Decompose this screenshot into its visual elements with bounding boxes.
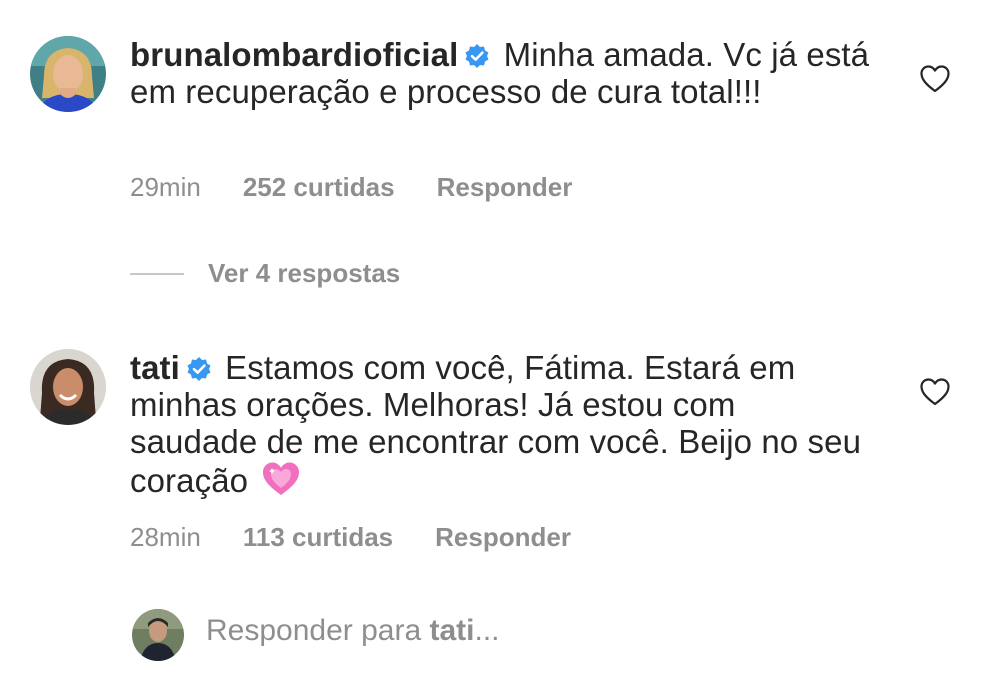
like-heart-icon[interactable] xyxy=(920,378,950,406)
comment-time: 29min xyxy=(130,172,201,202)
comment-meta: 29min 252 curtidas Responder xyxy=(130,172,572,203)
comment-text: Estamos com você, Fátima. Estará em minh… xyxy=(130,349,862,499)
verified-badge-icon xyxy=(465,44,489,68)
avatar-brunalombardioficial[interactable] xyxy=(30,36,106,112)
like-heart-icon[interactable] xyxy=(920,65,950,93)
comment-body: tati Estamos com você, Fátima. Estará em… xyxy=(130,349,870,499)
current-user-avatar xyxy=(132,609,184,661)
avatar-tati[interactable] xyxy=(30,349,106,425)
comment-time: 28min xyxy=(130,522,201,552)
reply-input-prefix: Responder para xyxy=(206,614,430,647)
reply-button[interactable]: Responder xyxy=(435,522,571,553)
comment-body: brunalombardioficial Minha amada. Vc já … xyxy=(130,36,870,110)
reply-input-target: tati xyxy=(429,614,475,647)
comment-meta: 28min 113 curtidas Responder xyxy=(130,522,571,553)
verified-badge-icon xyxy=(187,357,211,381)
divider-line xyxy=(130,272,184,275)
likes-count-link[interactable]: 113 curtidas xyxy=(243,522,393,553)
sparkling-heart-icon xyxy=(263,462,300,495)
comments-panel: brunalombardioficial Minha amada. Vc já … xyxy=(0,0,984,682)
likes-count-link[interactable]: 252 curtidas xyxy=(243,172,395,203)
reply-button[interactable]: Responder xyxy=(437,172,573,203)
comment-username[interactable]: tati xyxy=(130,349,180,386)
comment-username[interactable]: brunalombardioficial xyxy=(130,36,458,73)
view-replies-label: Ver 4 respostas xyxy=(208,258,401,288)
reply-input[interactable]: Responder para tati... xyxy=(206,614,500,648)
reply-input-suffix: ... xyxy=(474,614,500,647)
view-replies-button[interactable]: Ver 4 respostas xyxy=(130,258,400,289)
